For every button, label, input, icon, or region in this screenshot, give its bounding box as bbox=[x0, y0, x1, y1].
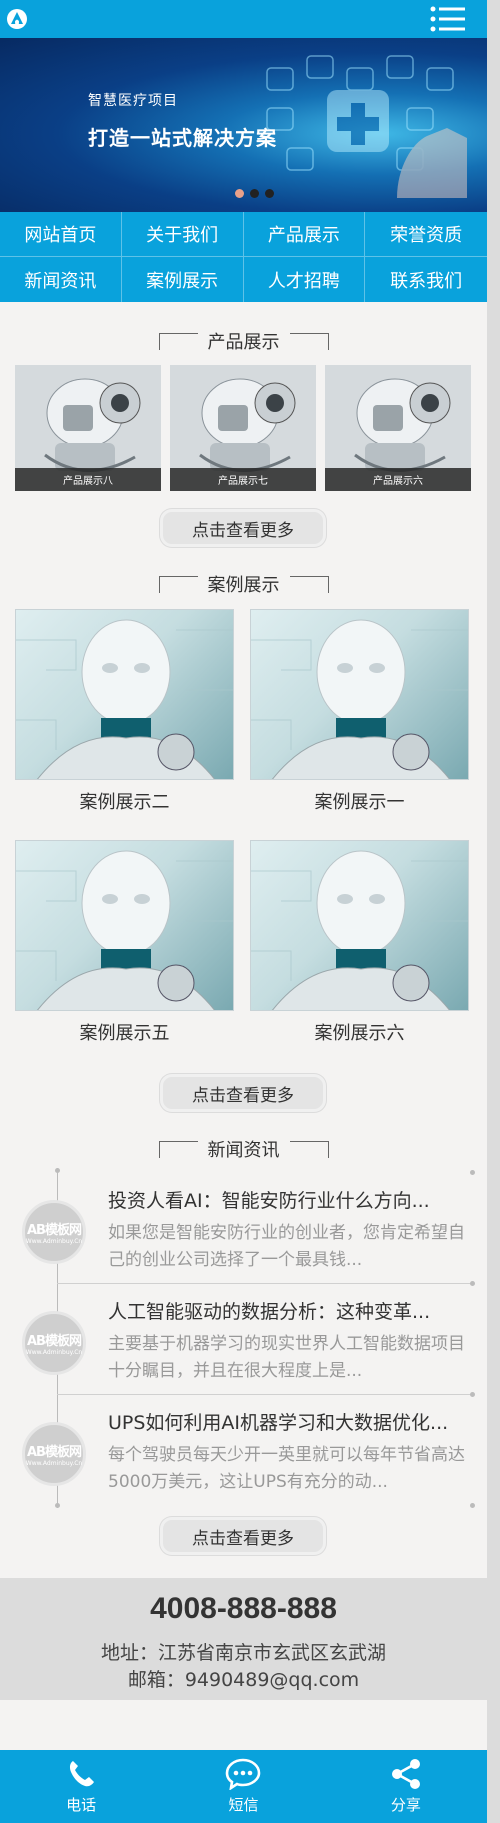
bottom-toolbar: 电话 短信 分享 bbox=[0, 1750, 487, 1823]
title-deco-right bbox=[289, 575, 329, 593]
section-title-text: 产品展示 bbox=[207, 332, 280, 353]
main-nav: 网站首页 关于我们 产品展示 荣誉资质 新闻资讯 案例展示 人才招聘 联系我们 bbox=[0, 212, 487, 302]
news-thumbnail: AB模板网 Www.Adminbuy.Cn bbox=[22, 1422, 86, 1486]
call-button[interactable]: 电话 bbox=[0, 1750, 162, 1823]
banner-graphic bbox=[266, 55, 467, 198]
robot-image bbox=[16, 850, 233, 1010]
title-deco-left bbox=[158, 332, 198, 350]
nav-item-home[interactable]: 网站首页 bbox=[0, 212, 122, 257]
message-icon bbox=[226, 1758, 261, 1790]
share-icon bbox=[391, 1759, 420, 1789]
news-summary: 每个驾驶员每天少开一英里就可以每年节省高达5000万美元，这让UPS有充分的动.… bbox=[108, 1445, 465, 1492]
cases-more-button[interactable]: 点击查看更多 bbox=[160, 1074, 326, 1112]
news-summary: 主要基于机器学习的现实世界人工智能数据项目十分瞩目，并且在很大程度上是... bbox=[108, 1334, 465, 1381]
news-title[interactable]: 人工智能驱动的数据分析：这种变革... bbox=[108, 1297, 478, 1324]
products-more-button[interactable]: 点击查看更多 bbox=[160, 509, 326, 547]
nav-item-jobs[interactable]: 人才招聘 bbox=[244, 257, 366, 302]
contact-phone[interactable]: 4008-888-888 bbox=[0, 1592, 487, 1626]
title-deco-left bbox=[158, 1140, 198, 1158]
case-image[interactable] bbox=[15, 840, 234, 1011]
title-deco-left bbox=[158, 575, 198, 593]
case-label[interactable]: 案例展示一 bbox=[250, 788, 469, 814]
contact-email[interactable]: 邮箱：9490489@qq.com bbox=[0, 1665, 487, 1692]
case-label[interactable]: 案例展示五 bbox=[15, 1019, 234, 1045]
product-caption: 产品展示六 bbox=[325, 468, 471, 491]
sms-button[interactable]: 短信 bbox=[162, 1750, 324, 1823]
product-caption: 产品展示七 bbox=[170, 468, 316, 491]
news-section-title: 新闻资讯 bbox=[0, 1136, 487, 1162]
cases-section-title: 案例展示 bbox=[0, 571, 487, 597]
call-label: 电话 bbox=[66, 1796, 97, 1814]
news-summary: 如果您是智能安防行业的创业者，您肯定希望自己的创业公司选择了一个最具钱... bbox=[108, 1223, 465, 1270]
case-image[interactable] bbox=[15, 609, 234, 780]
nav-item-about[interactable]: 关于我们 bbox=[121, 212, 244, 257]
nav-item-cases[interactable]: 案例展示 bbox=[122, 257, 244, 302]
share-label: 分享 bbox=[390, 1796, 421, 1814]
banner-title: 打造一站式解决方案 bbox=[88, 126, 277, 150]
timeline-dot bbox=[55, 1503, 60, 1508]
products-section-title: 产品展示 bbox=[0, 328, 487, 354]
banner-dot[interactable] bbox=[235, 189, 244, 198]
banner-pagination bbox=[235, 189, 274, 198]
robot-image bbox=[251, 619, 468, 779]
nav-item-honors[interactable]: 荣誉资质 bbox=[365, 212, 487, 257]
news-thumbnail: AB模板网 Www.Adminbuy.Cn bbox=[22, 1311, 86, 1375]
logo-icon[interactable] bbox=[7, 9, 27, 29]
timeline-dot bbox=[470, 1503, 475, 1508]
section-title-text: 新闻资讯 bbox=[207, 1140, 280, 1161]
share-button[interactable]: 分享 bbox=[325, 1750, 487, 1823]
sms-label: 短信 bbox=[228, 1796, 259, 1814]
product-card[interactable]: 产品展示七 bbox=[170, 365, 316, 491]
news-item[interactable]: AB模板网 Www.Adminbuy.Cn UPS如何利用AI机器学习和大数据优… bbox=[20, 1394, 475, 1504]
product-caption: 产品展示八 bbox=[15, 468, 161, 491]
robot-image bbox=[251, 850, 468, 1010]
news-title[interactable]: 投资人看AI：智能安防行业什么方向... bbox=[108, 1186, 478, 1213]
nav-item-products[interactable]: 产品展示 bbox=[243, 212, 366, 257]
hero-banner[interactable]: 智慧医疗项目 打造一站式解决方案 bbox=[0, 38, 487, 212]
contact-address: 地址：江苏省南京市玄武区玄武湖 bbox=[100, 1642, 386, 1664]
banner-dot[interactable] bbox=[265, 189, 274, 198]
product-card[interactable]: 产品展示六 bbox=[325, 365, 471, 491]
news-item[interactable]: AB模板网 Www.Adminbuy.Cn 人工智能驱动的数据分析：这种变革..… bbox=[20, 1283, 475, 1393]
product-card[interactable]: 产品展示八 bbox=[15, 365, 161, 491]
banner-dot[interactable] bbox=[250, 189, 259, 198]
news-title[interactable]: UPS如何利用AI机器学习和大数据优化... bbox=[108, 1408, 478, 1435]
header bbox=[0, 0, 487, 38]
contact-section: 4008-888-888 地址：江苏省南京市玄武区玄武湖 邮箱：9490489@… bbox=[0, 1578, 487, 1700]
section-title-text: 案例展示 bbox=[207, 575, 280, 596]
scrollbar-track[interactable] bbox=[487, 0, 500, 1823]
case-image[interactable] bbox=[250, 609, 469, 780]
phone-icon bbox=[70, 1761, 95, 1787]
nav-item-contact[interactable]: 联系我们 bbox=[365, 257, 487, 302]
news-thumbnail: AB模板网 Www.Adminbuy.Cn bbox=[22, 1200, 86, 1264]
nav-item-news[interactable]: 新闻资讯 bbox=[0, 257, 122, 302]
news-more-button[interactable]: 点击查看更多 bbox=[160, 1517, 326, 1555]
title-deco-right bbox=[289, 332, 329, 350]
news-item[interactable]: AB模板网 Www.Adminbuy.Cn 投资人看AI：智能安防行业什么方向.… bbox=[20, 1172, 475, 1282]
page: 智慧医疗项目 打造一站式解决方案 网站首页 关于我们 产品展示 荣誉资质 新闻资… bbox=[0, 0, 487, 1823]
case-image[interactable] bbox=[250, 840, 469, 1011]
case-label[interactable]: 案例展示二 bbox=[15, 788, 234, 814]
case-label[interactable]: 案例展示六 bbox=[250, 1019, 469, 1045]
menu-icon[interactable] bbox=[430, 6, 466, 32]
title-deco-right bbox=[289, 1140, 329, 1158]
robot-image bbox=[16, 619, 233, 779]
banner-subtitle: 智慧医疗项目 bbox=[88, 93, 178, 109]
